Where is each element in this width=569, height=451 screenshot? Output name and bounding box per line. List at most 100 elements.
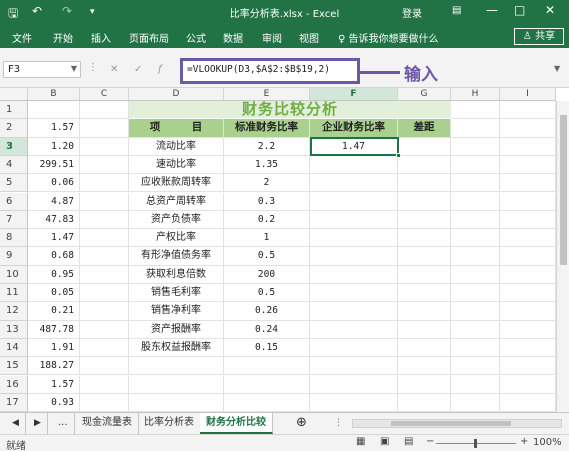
- col-b-value[interactable]: 188.27: [28, 357, 80, 375]
- standard-ratio[interactable]: 0.5: [224, 247, 310, 266]
- grid-cell[interactable]: [310, 265, 398, 284]
- maximize-button[interactable]: □: [514, 3, 525, 17]
- grid-cell[interactable]: [80, 375, 129, 394]
- col-b-value[interactable]: 1.57: [28, 376, 80, 394]
- grid-cell[interactable]: [398, 265, 451, 284]
- col-b-value[interactable]: 1.20: [28, 138, 80, 156]
- item-name[interactable]: 总资产周转率: [129, 192, 224, 211]
- row-header[interactable]: 4: [0, 155, 28, 175]
- item-name[interactable]: 销售净利率: [129, 302, 224, 321]
- grid-cell[interactable]: [80, 229, 129, 248]
- row-header[interactable]: 9: [0, 247, 28, 266]
- name-box[interactable]: F3 ▼: [3, 61, 81, 78]
- grid-cell[interactable]: [451, 284, 500, 303]
- grid-cell[interactable]: [451, 393, 500, 413]
- select-all-corner[interactable]: [0, 88, 28, 101]
- tab-insert[interactable]: 插入: [91, 30, 111, 45]
- grid-cell[interactable]: [500, 101, 556, 120]
- sheet-tab-cashflow[interactable]: 现金流量表: [76, 413, 139, 434]
- grid-cell[interactable]: [398, 192, 451, 211]
- horizontal-scroll-thumb[interactable]: [391, 421, 511, 426]
- grid-cell[interactable]: [500, 229, 556, 248]
- item-name[interactable]: 速动比率: [129, 155, 224, 175]
- row-header[interactable]: 1: [0, 101, 28, 120]
- grid-cell[interactable]: [80, 192, 129, 211]
- grid-cell[interactable]: [451, 155, 500, 175]
- row-header[interactable]: 13: [0, 320, 28, 339]
- grid-cell[interactable]: [224, 357, 310, 376]
- row-header[interactable]: 14: [0, 338, 28, 358]
- tab-review[interactable]: 审阅: [262, 30, 282, 45]
- standard-ratio[interactable]: 0.15: [224, 338, 310, 358]
- col-b-value[interactable]: 0.21: [28, 302, 80, 320]
- grid-cell[interactable]: [129, 393, 224, 413]
- grid-cell[interactable]: [80, 247, 129, 266]
- row-header[interactable]: 2: [0, 119, 28, 138]
- ribbon-display-icon[interactable]: ▤: [452, 5, 461, 16]
- row-header[interactable]: 11: [0, 284, 28, 303]
- item-name[interactable]: 流动比率: [129, 137, 224, 156]
- grid-cell[interactable]: [451, 357, 500, 376]
- insert-function-icon[interactable]: f: [158, 64, 162, 75]
- item-name[interactable]: 资产报酬率: [129, 320, 224, 339]
- grid-cell[interactable]: [451, 210, 500, 230]
- grid-cell[interactable]: [80, 210, 129, 230]
- grid-cell[interactable]: [80, 320, 129, 339]
- tab-formulas[interactable]: 公式: [186, 30, 206, 45]
- fill-handle[interactable]: [396, 152, 401, 158]
- page-layout-icon[interactable]: ▣: [380, 436, 389, 447]
- sheet-tab-ratio[interactable]: 比率分析表: [138, 413, 201, 434]
- grid-cell[interactable]: [500, 284, 556, 303]
- item-name[interactable]: 资产负债率: [129, 210, 224, 230]
- col-b-value[interactable]: 0.05: [28, 284, 80, 302]
- grid-cell[interactable]: [80, 265, 129, 284]
- grid-cell[interactable]: [310, 247, 398, 266]
- grid-cell[interactable]: [80, 101, 129, 120]
- chevron-down-icon[interactable]: ▼: [71, 64, 77, 73]
- row-header[interactable]: 17: [0, 393, 28, 413]
- table-header-cell[interactable]: 企业财务比率: [310, 119, 398, 138]
- grid-cell[interactable]: [500, 155, 556, 175]
- item-name[interactable]: 销售毛利率: [129, 284, 224, 303]
- grid-cell[interactable]: [451, 174, 500, 193]
- col-b-value[interactable]: 1.57: [28, 119, 80, 137]
- column-header[interactable]: B: [28, 88, 80, 101]
- grid-cell[interactable]: [129, 357, 224, 376]
- row-header[interactable]: 7: [0, 210, 28, 230]
- standard-ratio[interactable]: 0.3: [224, 192, 310, 211]
- grid-cell[interactable]: [500, 393, 556, 413]
- grid-cell[interactable]: [80, 357, 129, 376]
- grid-cell[interactable]: [80, 119, 129, 138]
- col-b-value[interactable]: 0.95: [28, 266, 80, 284]
- zoom-out-button[interactable]: −: [426, 436, 434, 447]
- zoom-slider-thumb[interactable]: [474, 439, 477, 448]
- item-name[interactable]: 产权比率: [129, 229, 224, 248]
- grid-cell[interactable]: [500, 137, 556, 156]
- grid-cell[interactable]: [80, 393, 129, 413]
- grid-cell[interactable]: [310, 393, 398, 413]
- grid-cell[interactable]: [500, 265, 556, 284]
- grid-cell[interactable]: [398, 375, 451, 394]
- grid-cell[interactable]: [500, 192, 556, 211]
- standard-ratio[interactable]: 2: [224, 174, 310, 193]
- tab-home[interactable]: 开始: [53, 30, 73, 45]
- col-b-value[interactable]: 0.68: [28, 247, 80, 265]
- column-header[interactable]: C: [80, 88, 129, 101]
- standard-ratio[interactable]: 0.26: [224, 302, 310, 321]
- grid-cell[interactable]: [398, 284, 451, 303]
- col-b-value[interactable]: 0.06: [28, 174, 80, 192]
- grid-cell[interactable]: [129, 375, 224, 394]
- vertical-scroll-thumb[interactable]: [560, 115, 567, 265]
- grid-cell[interactable]: [398, 174, 451, 193]
- standard-ratio[interactable]: 0.2: [224, 210, 310, 230]
- column-header[interactable]: I: [500, 88, 556, 101]
- grid-cell[interactable]: [451, 229, 500, 248]
- table-header-cell[interactable]: 差距: [398, 119, 451, 138]
- grid-cell[interactable]: [80, 137, 129, 156]
- row-header[interactable]: 8: [0, 229, 28, 248]
- formula-input[interactable]: =VLOOKUP(D3,$A$2:$B$19,2): [180, 58, 360, 84]
- row-header[interactable]: 3: [0, 137, 28, 156]
- grid-cell[interactable]: [500, 302, 556, 321]
- sheet-tab-comparison[interactable]: 财务分析比较: [200, 413, 273, 434]
- standard-ratio[interactable]: 0.24: [224, 320, 310, 339]
